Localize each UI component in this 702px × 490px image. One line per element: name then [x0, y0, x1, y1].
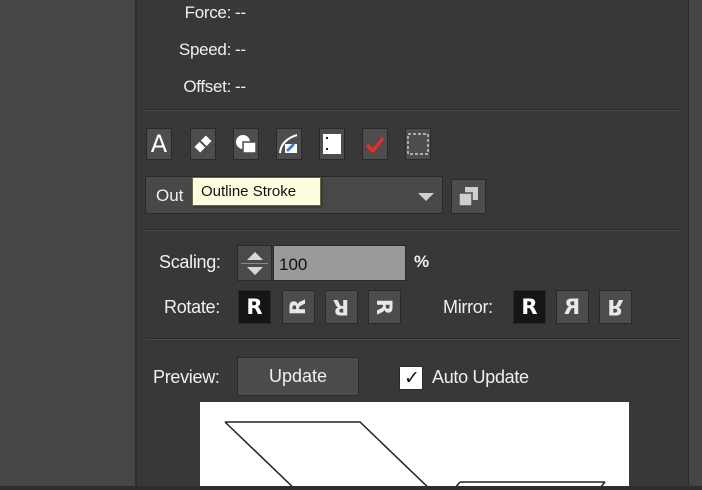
- shape-tool-button[interactable]: [233, 128, 259, 160]
- scaling-stepper[interactable]: [237, 245, 272, 281]
- scaling-unit: %: [414, 252, 429, 271]
- marquee-select-icon: [407, 133, 429, 155]
- divider: [145, 109, 682, 111]
- rotate-0-button[interactable]: R: [238, 290, 271, 324]
- rotate-0-icon: R: [246, 295, 263, 319]
- artboard-icon: [323, 134, 341, 154]
- checkmark-icon: [365, 136, 385, 154]
- rotate-90-button[interactable]: R: [282, 290, 315, 324]
- force-value: --: [235, 3, 246, 22]
- pen-tool-button[interactable]: [276, 128, 302, 160]
- checkmark-icon: ✓: [404, 367, 420, 389]
- stepper-down-icon[interactable]: [247, 267, 263, 275]
- left-gutter: [0, 0, 135, 490]
- scaling-input[interactable]: 100: [273, 245, 406, 281]
- update-button[interactable]: Update: [237, 357, 359, 396]
- rotate-180-button[interactable]: R: [325, 290, 358, 324]
- mirror-none-icon: R: [521, 295, 538, 319]
- speed-value: --: [235, 40, 246, 59]
- preview-label: Preview:: [153, 367, 220, 387]
- scaling-label: Scaling:: [159, 252, 221, 272]
- mirror-vertical-button[interactable]: R: [599, 290, 632, 324]
- pen-tool-icon: [279, 134, 298, 154]
- mirror-horizontal-icon: R: [564, 295, 581, 319]
- rotate-270-button[interactable]: R: [368, 290, 401, 324]
- mirror-none-button[interactable]: R: [513, 290, 546, 324]
- speed-row: Speed: --: [143, 40, 246, 60]
- stepper-up-icon[interactable]: [247, 252, 263, 260]
- mirror-label: Mirror:: [443, 297, 493, 317]
- marquee-tool-button[interactable]: [405, 128, 431, 160]
- offset-label: Offset:: [183, 77, 231, 96]
- rotate-label: Rotate:: [164, 297, 220, 317]
- preview-drawing: [224, 421, 606, 490]
- stepper-divider: [241, 263, 268, 264]
- rotate-90-icon: R: [286, 298, 311, 316]
- divider: [145, 338, 682, 340]
- mirror-horizontal-button[interactable]: R: [556, 290, 589, 324]
- mirror-vertical-icon: R: [607, 295, 624, 319]
- eraser-icon: [194, 135, 212, 153]
- auto-update-label: Auto Update: [432, 367, 529, 387]
- eraser-tool-button[interactable]: [190, 128, 216, 160]
- confirm-tool-button[interactable]: [362, 128, 388, 160]
- chevron-down-icon: [418, 193, 434, 201]
- artboard-tool-button[interactable]: [319, 128, 345, 160]
- divider: [145, 229, 682, 231]
- right-scrollbar[interactable]: [688, 0, 702, 490]
- speed-label: Speed:: [178, 40, 231, 59]
- preview-canvas: [200, 402, 629, 490]
- offset-row: Offset: --: [143, 77, 246, 97]
- offset-value: --: [235, 77, 246, 96]
- rotate-270-icon: R: [372, 298, 397, 316]
- text-tool-icon: A: [150, 130, 168, 158]
- rotate-180-icon: R: [333, 295, 350, 319]
- duplicate-icon: [458, 187, 478, 207]
- force-label: Force:: [184, 3, 232, 22]
- auto-update-checkbox[interactable]: ✓: [399, 366, 423, 390]
- force-row: Force: --: [143, 3, 246, 23]
- tooltip: Outline Stroke: [192, 177, 321, 206]
- text-tool-button[interactable]: A: [146, 128, 172, 160]
- shape-union-icon: [236, 135, 257, 154]
- operation-selected-value: Out: [156, 186, 184, 205]
- duplicate-button[interactable]: [451, 179, 486, 214]
- bottom-edge: [0, 486, 702, 490]
